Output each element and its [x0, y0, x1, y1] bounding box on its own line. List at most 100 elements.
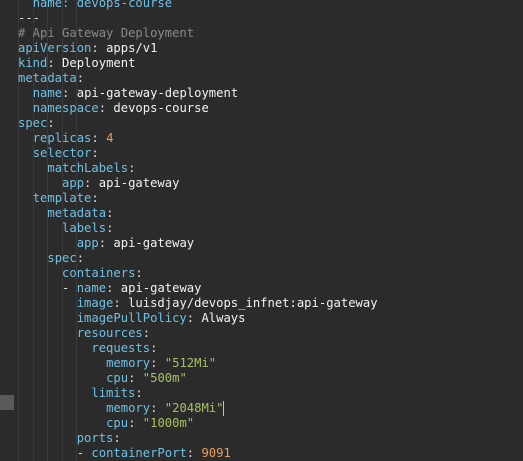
- code-token: api-gateway: [98, 176, 180, 190]
- code-token: :: [47, 56, 63, 70]
- code-line[interactable]: - name: api-gateway: [18, 281, 201, 296]
- code-token: metadata: [18, 71, 77, 85]
- code-token: image: [76, 296, 114, 310]
- code-line[interactable]: labels:: [18, 221, 113, 236]
- code-token: :: [106, 206, 114, 220]
- code-line[interactable]: memory: "2048Mi": [18, 401, 225, 416]
- code-token: selector: [32, 146, 92, 160]
- code-token: requests: [91, 341, 151, 355]
- code-line[interactable]: ports:: [18, 431, 121, 446]
- code-token: :: [76, 71, 85, 85]
- code-line[interactable]: template:: [18, 191, 99, 206]
- code-line[interactable]: matchLabels:: [18, 161, 135, 176]
- code-token: Always: [201, 311, 246, 325]
- code-line[interactable]: metadata:: [18, 71, 84, 86]
- code-token: api-gateway-deployment: [76, 86, 239, 100]
- code-token: ---: [18, 11, 41, 25]
- code-line[interactable]: app: api-gateway: [18, 176, 179, 191]
- code-token: -: [62, 281, 77, 295]
- code-token: 4: [106, 131, 114, 145]
- code-token: name: devops-course: [32, 0, 173, 10]
- code-line[interactable]: app: api-gateway: [18, 236, 194, 251]
- code-token: :: [113, 431, 121, 445]
- code-token: apps/v1: [106, 41, 158, 55]
- code-line[interactable]: ---: [18, 11, 40, 26]
- code-token: :: [91, 41, 107, 55]
- code-token: :: [150, 401, 165, 415]
- code-token: imagePullPolicy: [76, 311, 187, 325]
- code-token: :: [128, 416, 143, 430]
- code-line[interactable]: spec:: [18, 116, 55, 131]
- code-line[interactable]: limits:: [18, 386, 142, 401]
- code-token: namespace: [32, 101, 99, 115]
- code-line[interactable]: - containerPort: 9091: [18, 446, 231, 461]
- code-line[interactable]: cpu: "1000m": [18, 416, 194, 431]
- code-token: resources: [76, 326, 143, 340]
- code-line[interactable]: image: luisdjay/devops_infnet:api-gatewa…: [18, 296, 378, 311]
- code-line[interactable]: requests:: [18, 341, 157, 356]
- code-token: "512Mi": [164, 356, 217, 370]
- code-line[interactable]: name: api-gateway-deployment: [18, 86, 238, 101]
- code-line[interactable]: apiVersion: apps/v1: [18, 41, 157, 56]
- code-line[interactable]: resources:: [18, 326, 150, 341]
- code-line[interactable]: metadata:: [18, 206, 113, 221]
- code-token: spec: [47, 251, 77, 265]
- code-token: :: [150, 356, 165, 370]
- code-token: :: [47, 116, 55, 130]
- code-token: matchLabels: [47, 161, 129, 175]
- code-line[interactable]: spec:: [18, 251, 84, 266]
- code-line[interactable]: namespace: devops-course: [18, 101, 209, 116]
- code-token: template: [32, 191, 92, 205]
- code-line[interactable]: selector:: [18, 146, 99, 161]
- code-line[interactable]: kind: Deployment: [18, 56, 135, 71]
- code-token: api-gateway: [113, 236, 195, 250]
- code-token: :: [91, 191, 99, 205]
- code-token: memory: [106, 401, 151, 415]
- code-token: kind: [18, 56, 48, 70]
- code-token: name: [32, 86, 63, 100]
- code-line[interactable]: name: devops-course: [18, 0, 172, 11]
- code-token: containers: [62, 266, 136, 280]
- code-token: devops-course: [113, 101, 209, 115]
- code-token: :: [150, 341, 158, 355]
- code-token: apiVersion: [18, 41, 92, 55]
- code-token: luisdjay/devops_infnet:api-gateway: [128, 296, 378, 310]
- code-token: :: [91, 146, 99, 160]
- code-token: "1000m": [142, 416, 195, 430]
- code-line[interactable]: # Api Gateway Deployment: [18, 26, 194, 41]
- code-line[interactable]: replicas: 4: [18, 131, 114, 146]
- code-token: # Api Gateway Deployment: [18, 26, 195, 40]
- code-token: limits: [91, 386, 136, 400]
- code-token: :: [84, 176, 99, 190]
- code-line[interactable]: cpu: "500m": [18, 371, 187, 386]
- code-editor[interactable]: name: devops-course --- # Api Gateway Depl…: [0, 0, 523, 461]
- code-token: :: [106, 281, 121, 295]
- code-token: app: [76, 236, 99, 250]
- code-token: cpu: [106, 416, 129, 430]
- code-token: memory: [106, 356, 151, 370]
- code-line[interactable]: memory: "512Mi": [18, 356, 216, 371]
- code-line[interactable]: containers:: [18, 266, 143, 281]
- text-caret: [223, 401, 225, 416]
- code-line[interactable]: imagePullPolicy: Always: [18, 311, 246, 326]
- code-token: :: [128, 161, 136, 175]
- code-token: containerPort: [91, 446, 187, 460]
- code-token: :: [135, 266, 143, 280]
